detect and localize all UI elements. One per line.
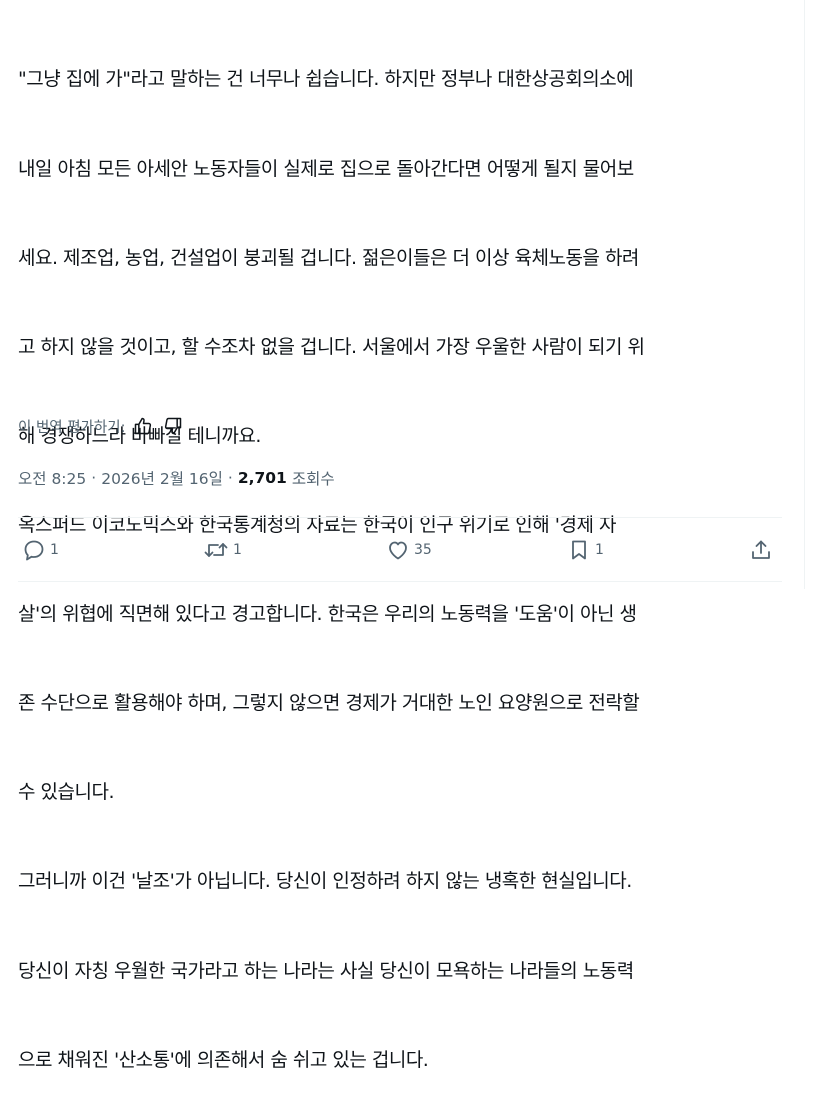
thumbs-up-icon[interactable] [133,416,153,436]
tweet-meta: 오전 8:25 · 2026년 2월 16일 · 2,701 조회수 [18,466,335,490]
meta-separator: · [227,469,233,487]
tweet-line: 존 수단으로 활용해야 하며, 그렇지 않으면 경제가 거대한 노인 요양원으로… [18,692,640,715]
share-button[interactable] [749,536,773,564]
views-count: 2,701 [237,469,287,487]
heart-icon [386,538,410,562]
retweet-count: 1 [233,542,242,558]
tweet-line: 내일 아침 모든 아세안 노동자들이 실제로 집으로 돌아간다면 어떻게 될지 … [18,157,634,180]
tweet-line: 으로 채워진 '산소통'에 의존해서 숨 쉬고 있는 겁니다. [18,1048,429,1071]
tweet-line: 고 하지 않을 것이고, 할 수조차 없을 겁니다. 서울에서 가장 우울한 사… [18,335,645,358]
divider-top [18,517,782,518]
like-button[interactable]: 35 [386,536,432,564]
tweet-date[interactable]: 2026년 2월 16일 [101,467,223,489]
reply-icon [22,538,46,562]
share-icon [749,538,773,562]
reply-count: 1 [50,542,59,558]
tweet-line: 살'의 위협에 직면해 있다고 경고합니다. 한국은 우리의 노동력을 '도움'… [18,603,637,626]
rate-translation-label: 이 번역 평가하기: [18,419,126,436]
rate-translation: 이 번역 평가하기: [18,414,183,438]
tweet-line: 당신이 자칭 우월한 국가라고 하는 나라는 사실 당신이 모욕하는 나라들의 … [18,959,634,982]
bookmark-button[interactable]: 1 [567,536,604,564]
tweet-line: "그냥 집에 가"라고 말하는 건 너무나 쉽습니다. 하지만 정부나 대한상공… [18,68,634,91]
tweet-time[interactable]: 오전 8:25 [18,467,86,489]
views-label: 조회수 [291,470,335,488]
meta-separator: · [91,469,97,487]
reply-button[interactable]: 1 [22,536,59,564]
bookmark-count: 1 [595,542,604,558]
like-count: 35 [414,542,432,558]
tweet-line: 수 있습니다. [18,781,114,804]
retweet-button[interactable]: 1 [203,536,242,564]
thumbs-down-icon[interactable] [163,416,183,436]
tweet-line: 세요. 제조업, 농업, 건설업이 붕괴될 겁니다. 젊은이들은 더 이상 육체… [18,246,639,269]
retweet-icon [203,538,229,562]
divider-bottom [18,581,782,582]
bookmark-icon [567,538,591,562]
tweet-line: 그러니까 이건 '날조'가 아닙니다. 당신이 인정하려 하지 않는 냉혹한 현… [18,870,632,893]
column-border [804,0,805,589]
